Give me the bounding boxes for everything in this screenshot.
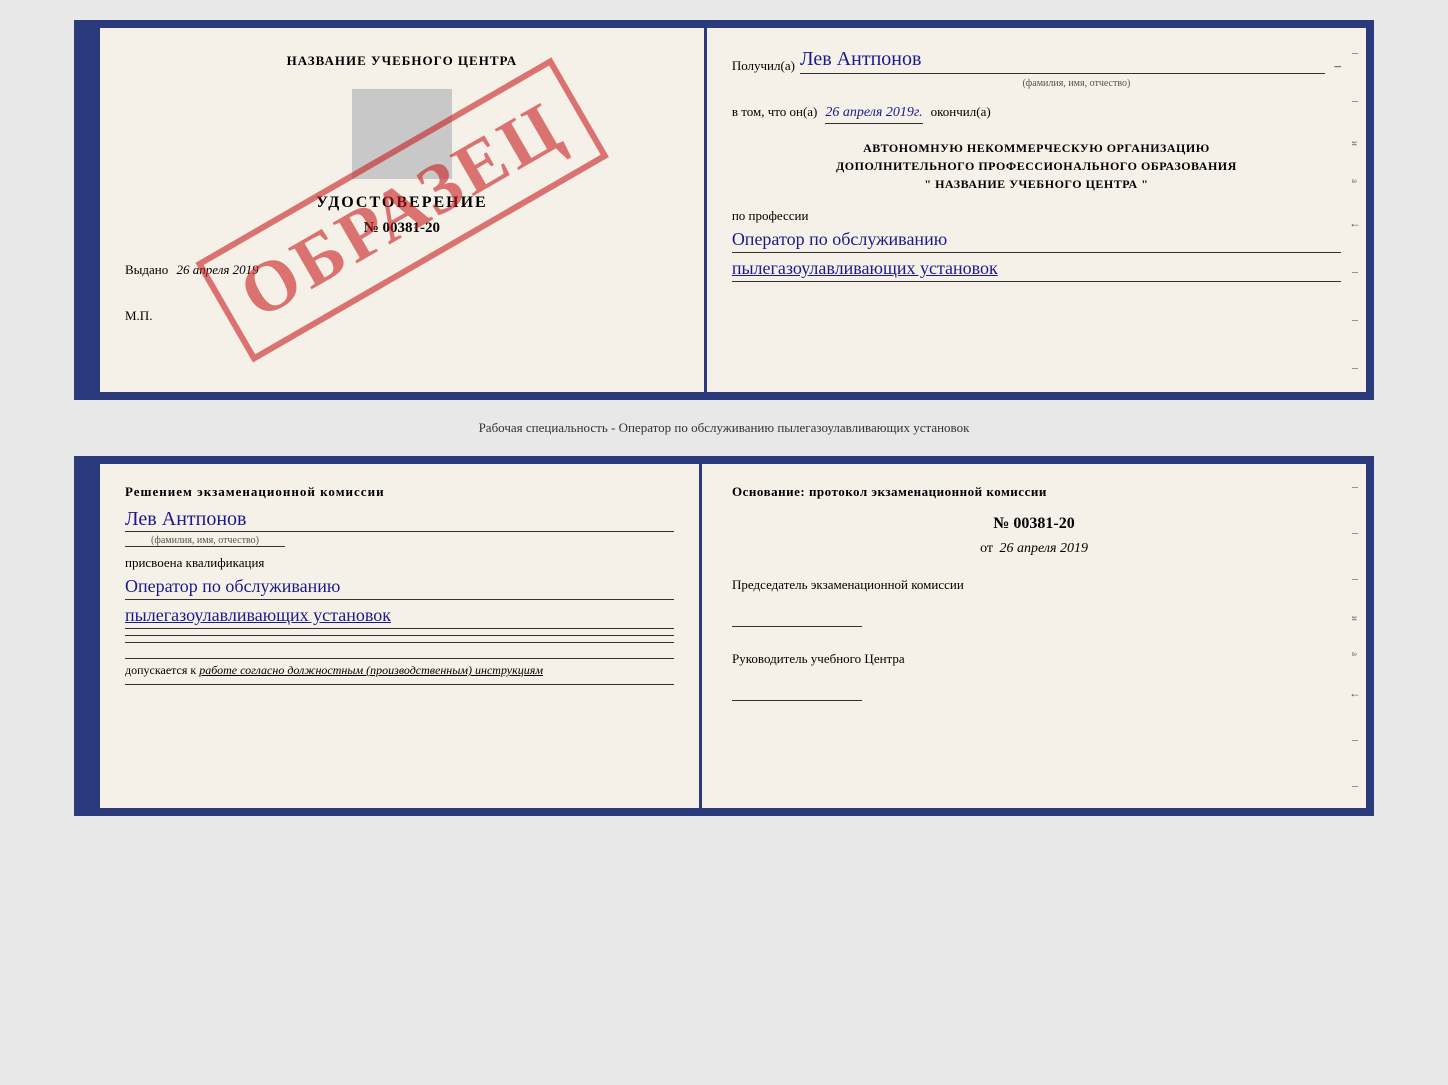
predsedatel-block: Председатель экзаменационной комиссии: [732, 577, 1336, 631]
qualification-line2: пылегазоулавливающих установок: [125, 605, 674, 629]
rukovoditel-signature-line: [732, 700, 862, 701]
vydano-line: Выдано 26 апреля 2019: [125, 262, 679, 278]
fio-hint-top: (фамилия, имя, отчество): [812, 78, 1341, 89]
book-spine-top: [82, 28, 100, 392]
resheniyem-label: Решением экзаменационной комиссии: [125, 484, 674, 500]
fio-hint-bottom: (фамилия, имя, отчество): [125, 535, 285, 547]
po-professii-label: по профессии: [732, 208, 1341, 224]
blank-line3: [125, 684, 674, 685]
top-certificate-book: НАЗВАНИЕ УЧЕБНОГО ЦЕНТРА УДОСТОВЕРЕНИЕ №…: [74, 20, 1374, 400]
osnovaniye-label: Основание: протокол экзаменационной коми…: [732, 484, 1336, 500]
photo-placeholder: [352, 89, 452, 179]
dash1: –: [1335, 58, 1342, 74]
book-spine-bottom: [82, 464, 100, 808]
qualification-line1: Оператор по обслуживанию: [125, 576, 674, 600]
person-name-bottom: Лев Антпонов: [125, 508, 674, 532]
right-side-deco-bottom: – – – и а ← – –: [1344, 464, 1366, 808]
udostoverenie-label: УДОСТОВЕРЕНИЕ: [125, 194, 679, 212]
center-name-label-top: НАЗВАНИЕ УЧЕБНОГО ЦЕНТРА: [125, 53, 679, 69]
bottom-certificate-book: Решением экзаменационной комиссии Лев Ан…: [74, 456, 1374, 816]
protocol-date-prefix: от: [980, 541, 993, 556]
bottom-cert-left-page: Решением экзаменационной комиссии Лев Ан…: [100, 464, 702, 808]
org-line3: " НАЗВАНИЕ УЧЕБНОГО ЦЕНТРА ": [732, 175, 1341, 193]
recipient-name: Лев Антпонов: [800, 48, 1325, 74]
org-line2: ДОПОЛНИТЕЛЬНОГО ПРОФЕССИОНАЛЬНОГО ОБРАЗО…: [732, 157, 1341, 175]
mp-label: М.П.: [125, 308, 679, 324]
vydano-date: 26 апреля 2019: [177, 262, 259, 277]
rukovoditel-block: Руководитель учебного Центра: [732, 651, 1336, 705]
protocol-date-value: 26 апреля 2019: [1000, 541, 1088, 556]
predsedatel-signature-line: [732, 626, 862, 627]
middle-specialty-text: Рабочая специальность - Оператор по обсл…: [74, 412, 1374, 444]
dopuskaetsya-block: допускается к работе согласно должностны…: [125, 658, 674, 678]
okonchil-label: окончил(а): [931, 104, 991, 120]
top-cert-left-page: НАЗВАНИЕ УЧЕБНОГО ЦЕНТРА УДОСТОВЕРЕНИЕ №…: [100, 28, 707, 392]
predsedatel-label: Председатель экзаменационной комиссии: [732, 577, 1336, 593]
vydano-label: Выдано: [125, 262, 168, 277]
profession-line2: пылегазоулавливающих установок: [732, 258, 1341, 282]
poluchil-row: Получил(а) Лев Антпонов –: [732, 48, 1341, 74]
predsedatel-signature: [732, 601, 1336, 631]
blank-line1: [125, 635, 674, 636]
cert-number-top: № 00381-20: [125, 220, 679, 237]
v-tom-line: в том, что он(а) 26 апреля 2019г. окончи…: [732, 104, 1341, 124]
completion-date: 26 апреля 2019г.: [825, 105, 922, 124]
right-side-deco-top: – – и а ← – – –: [1344, 28, 1366, 392]
rukovoditel-label: Руководитель учебного Центра: [732, 651, 1336, 667]
protocol-number: № 00381-20: [732, 515, 1336, 533]
dopuskaetsya-label: допускается к: [125, 663, 196, 677]
document-container: НАЗВАНИЕ УЧЕБНОГО ЦЕНТРА УДОСТОВЕРЕНИЕ №…: [74, 20, 1374, 816]
poluchil-label: Получил(а): [732, 58, 795, 74]
profession-line1: Оператор по обслуживанию: [732, 229, 1341, 253]
blank-line2: [125, 642, 674, 643]
org-line1: АВТОНОМНУЮ НЕКОММЕРЧЕСКУЮ ОРГАНИЗАЦИЮ: [732, 139, 1341, 157]
protocol-date: от 26 апреля 2019: [732, 541, 1336, 557]
v-tom-label: в том, что он(а): [732, 104, 818, 120]
top-cert-right-page: Получил(а) Лев Антпонов – (фамилия, имя,…: [707, 28, 1366, 392]
organization-block: АВТОНОМНУЮ НЕКОММЕРЧЕСКУЮ ОРГАНИЗАЦИЮ ДО…: [732, 139, 1341, 193]
bottom-cert-right-page: Основание: протокол экзаменационной коми…: [702, 464, 1366, 808]
rukovoditel-signature: [732, 675, 1336, 705]
prisvoena-label: присвоена квалификация: [125, 555, 674, 571]
dopuskaetsya-text: работе согласно должностным (производств…: [199, 663, 543, 677]
